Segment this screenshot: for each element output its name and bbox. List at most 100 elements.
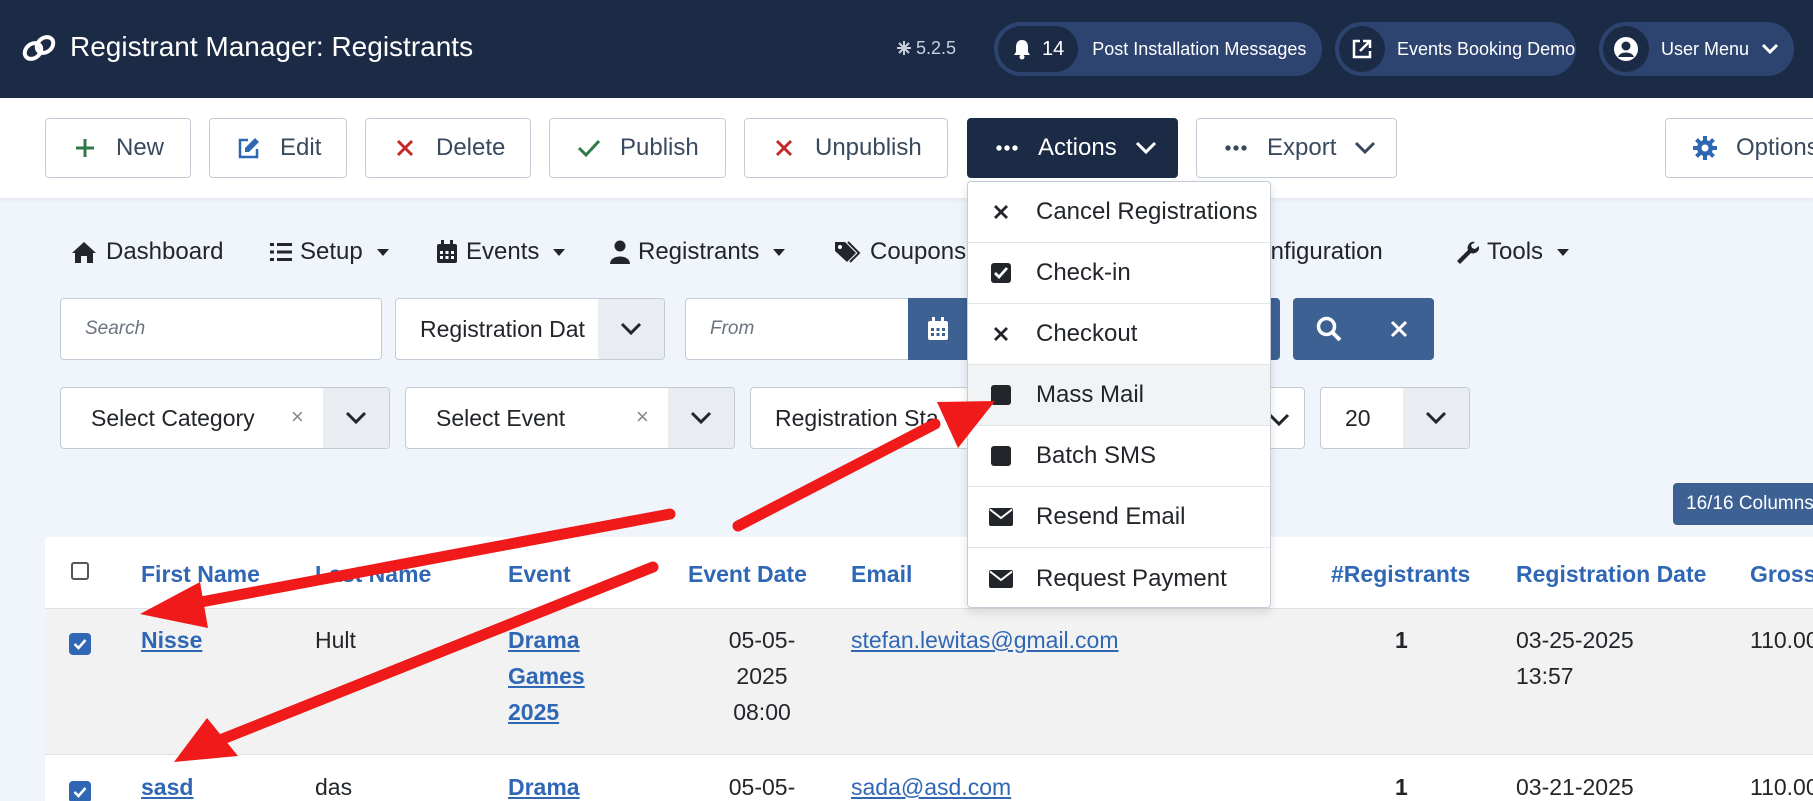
menu-item-batch-sms[interactable]: Batch SMS	[968, 426, 1270, 487]
search-input[interactable]: Search	[60, 298, 382, 360]
unpublish-button[interactable]: Unpublish	[744, 118, 948, 178]
calendar-icon	[928, 317, 948, 340]
list-icon	[270, 243, 292, 261]
table-row: sasd das Drama 05-05- sada@asd.com 1 03-…	[45, 755, 1813, 801]
edit-button[interactable]: Edit	[209, 118, 347, 178]
user-avatar-icon	[1614, 37, 1638, 61]
plus-icon	[76, 139, 94, 157]
chevron-down-icon	[690, 411, 712, 425]
check-icon	[73, 787, 87, 798]
nav-dashboard[interactable]: Dashboard	[70, 238, 223, 266]
external-link-icon	[1352, 39, 1372, 59]
export-dropdown-button[interactable]: Export	[1196, 118, 1397, 178]
search-button[interactable]	[1294, 316, 1364, 342]
nav-registrants[interactable]: Registrants	[610, 238, 786, 266]
chevron-down-icon	[1355, 141, 1376, 155]
nav-setup[interactable]: Setup	[270, 238, 389, 266]
col-event-date[interactable]: Event Date	[688, 561, 807, 588]
chevron-down-icon	[1425, 411, 1447, 425]
nav-tools[interactable]: Tools	[1455, 238, 1570, 266]
bell-icon	[1014, 40, 1030, 60]
from-date-calendar-button[interactable]	[908, 298, 968, 360]
calendar-icon	[437, 240, 457, 263]
x-icon	[994, 327, 1008, 341]
from-date-input[interactable]: From	[685, 298, 911, 360]
event-select[interactable]: Select Event ×	[405, 387, 735, 449]
events-booking-demo-link[interactable]: Events Booking Demo	[1335, 22, 1576, 76]
row-checkbox[interactable]	[69, 781, 91, 801]
col-first-name[interactable]: First Name	[141, 561, 260, 588]
nav-coupons[interactable]: Coupons	[834, 238, 966, 266]
registrant-count: 1	[1395, 627, 1408, 653]
first-name-link[interactable]: sasd	[141, 769, 193, 801]
check-icon	[577, 139, 601, 158]
menu-item-checkout[interactable]: Checkout	[968, 304, 1270, 365]
menu-item-resend-email[interactable]: Resend Email	[968, 487, 1270, 548]
gear-icon	[1693, 136, 1717, 160]
email-link[interactable]: stefan.lewitas@gmail.com	[851, 622, 1119, 658]
col-event[interactable]: Event	[508, 561, 571, 588]
actions-dropdown-button[interactable]: Actions	[967, 118, 1178, 178]
x-icon	[396, 139, 414, 157]
search-buttons	[1293, 298, 1434, 360]
col-registration-date[interactable]: Registration Date	[1516, 561, 1706, 588]
clear-category-icon[interactable]: ×	[291, 404, 304, 430]
check-icon	[73, 639, 87, 650]
menu-item-request-payment[interactable]: Request Payment	[968, 548, 1270, 609]
demo-link-label: Events Booking Demo	[1397, 38, 1576, 59]
table-row: Nisse Hult Drama Games 2025 05-05- 2025 …	[45, 609, 1813, 755]
tags-icon	[835, 241, 861, 263]
user-menu-button[interactable]: User Menu	[1599, 22, 1794, 76]
col-registrants[interactable]: #Registrants	[1331, 561, 1470, 588]
edit-icon	[238, 138, 259, 159]
x-icon	[775, 139, 793, 157]
date-type-select[interactable]: Registration Dat	[395, 298, 665, 360]
last-name: das	[315, 774, 353, 800]
search-icon	[1316, 316, 1341, 342]
event-link[interactable]: Drama Games 2025	[508, 622, 585, 730]
select-all-checkbox[interactable]	[71, 562, 89, 580]
menu-item-check-in[interactable]: Check-in	[968, 243, 1270, 304]
envelope-icon	[989, 508, 1013, 526]
wrench-icon	[1457, 241, 1479, 264]
top-header: Registrant Manager: Registrants 5.2.5 14…	[0, 0, 1813, 98]
actions-dropdown-menu: Cancel Registrations Check-in Checkout M…	[967, 181, 1271, 608]
col-last-name[interactable]: Last Name	[315, 561, 431, 588]
ellipsis-icon	[1225, 145, 1247, 151]
chevron-down-icon	[345, 411, 367, 425]
events-booking-logo-icon	[22, 35, 56, 61]
publish-button[interactable]: Publish	[549, 118, 726, 178]
post-installation-label: Post Installation Messages	[1092, 38, 1307, 59]
envelope-icon	[989, 569, 1013, 588]
gross-amount: 110.00	[1750, 774, 1813, 800]
row-checkbox[interactable]	[69, 633, 91, 655]
event-link[interactable]: Drama	[508, 769, 580, 801]
menu-item-cancel-registrations[interactable]: Cancel Registrations	[968, 182, 1270, 243]
delete-button[interactable]: Delete	[365, 118, 531, 178]
notification-count: 14	[998, 26, 1079, 72]
registration-date: 03-25-2025 13:57	[1516, 627, 1634, 689]
new-button[interactable]: New	[45, 118, 191, 178]
col-gross[interactable]: Gross	[1750, 561, 1813, 588]
first-name-link[interactable]: Nisse	[141, 622, 202, 658]
last-name: Hult	[315, 627, 356, 653]
columns-toggle-button[interactable]: 16/16 Columns	[1673, 483, 1813, 525]
category-select[interactable]: Select Category ×	[60, 387, 390, 449]
nav-events[interactable]: Events	[436, 238, 566, 266]
clear-search-button[interactable]	[1364, 320, 1434, 338]
chevron-down-icon	[1135, 141, 1156, 155]
clear-event-icon[interactable]: ×	[636, 404, 649, 430]
event-date: 05-05-	[728, 774, 796, 800]
checkbox-checked-icon	[991, 263, 1011, 283]
chevron-down-icon	[1268, 413, 1290, 427]
col-email[interactable]: Email	[851, 561, 912, 588]
options-button[interactable]: Options	[1665, 118, 1813, 178]
toolbar: New Edit Delete Publish Unpublish Action…	[0, 98, 1813, 198]
registrant-count: 1	[1395, 774, 1408, 800]
email-link[interactable]: sada@asd.com	[851, 769, 1011, 801]
square-icon	[991, 385, 1011, 405]
list-limit-select[interactable]: 20	[1320, 387, 1470, 449]
post-installation-messages-button[interactable]: 14 Post Installation Messages	[994, 22, 1322, 76]
close-icon	[1390, 320, 1407, 338]
menu-item-mass-mail[interactable]: Mass Mail	[968, 365, 1270, 426]
